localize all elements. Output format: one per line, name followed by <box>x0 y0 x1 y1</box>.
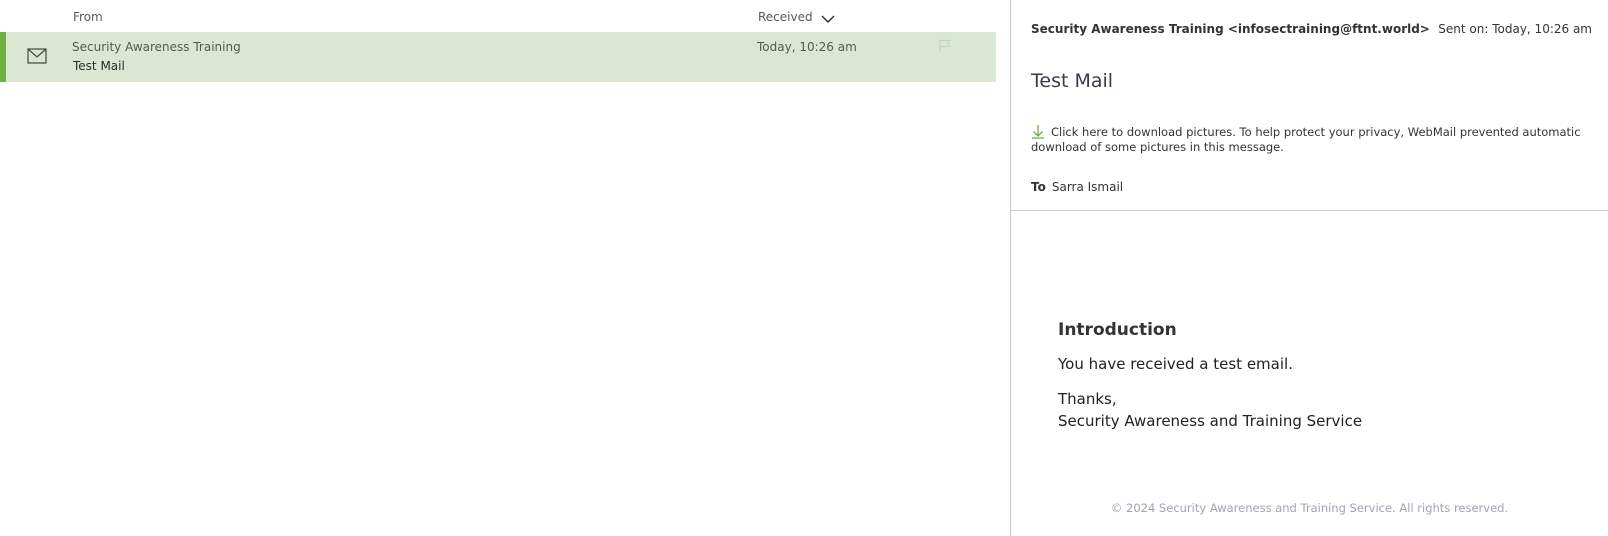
to-label: To <box>1031 180 1046 194</box>
download-arrow-icon <box>1032 125 1044 139</box>
message-title: Test Mail <box>1031 70 1114 92</box>
recipient-name[interactable]: Sarra Ismail <box>1052 180 1123 194</box>
selection-indicator <box>0 32 6 82</box>
recipient-line: To Sarra Ismail <box>1031 180 1123 194</box>
body-thanks: Thanks, <box>1058 390 1117 408</box>
message-date: Today, 10:26 am <box>757 40 857 54</box>
envelope-icon <box>27 48 47 64</box>
message-sent-time: Sent on: Today, 10:26 am <box>1438 22 1592 36</box>
message-list-pane: From Received Security Awareness Trainin… <box>0 0 996 536</box>
chevron-down-icon[interactable] <box>821 15 835 24</box>
body-text: You have received a test email. <box>1058 355 1293 373</box>
message-from: Security Awareness Training <infosectrai… <box>1031 22 1430 36</box>
column-header-received[interactable]: Received <box>758 9 835 24</box>
message-row-selected[interactable]: Security Awareness Training Test Mail To… <box>0 32 996 82</box>
header-separator <box>1011 210 1608 211</box>
message-subject: Test Mail <box>73 59 125 73</box>
column-header-from[interactable]: From <box>73 10 103 24</box>
message-sender: Security Awareness Training <box>72 40 241 54</box>
flag-icon[interactable] <box>938 39 952 53</box>
column-header-received-label: Received <box>758 9 813 24</box>
download-pictures-link[interactable]: Click here to download pictures. To help… <box>1031 124 1591 155</box>
download-pictures-text: Click here to download pictures. To help… <box>1031 125 1581 154</box>
message-footer: © 2024 Security Awareness and Training S… <box>1110 501 1509 515</box>
webmail-app: From Received Security Awareness Trainin… <box>0 0 1608 536</box>
body-heading: Introduction <box>1058 320 1177 340</box>
message-list-header: From Received <box>0 0 996 32</box>
message-body: Introduction You have received a test em… <box>1058 320 1578 432</box>
body-signature: Security Awareness and Training Service <box>1058 412 1363 430</box>
reading-pane: Security Awareness Training <infosectrai… <box>1011 0 1608 536</box>
